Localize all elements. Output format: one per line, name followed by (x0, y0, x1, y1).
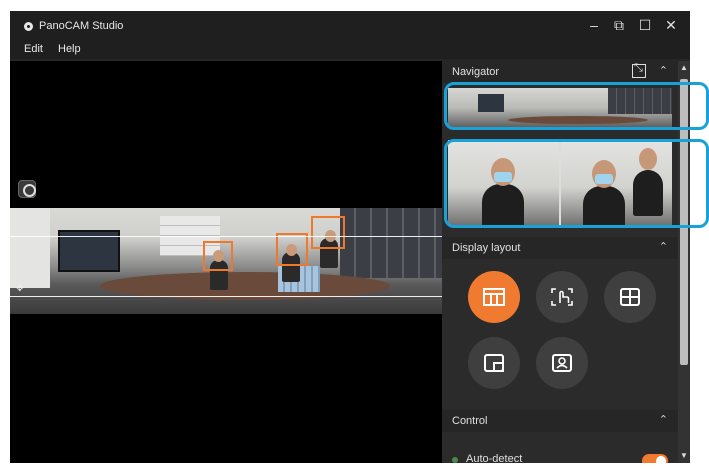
maximize-button[interactable]: ☐ (636, 16, 654, 34)
camera-lens-icon (24, 22, 33, 31)
layout-speaker-button[interactable] (536, 337, 588, 389)
navigator-title: Navigator (452, 66, 500, 78)
face-detection-box (203, 241, 233, 271)
highlight-box-navigator-panorama (444, 82, 709, 130)
chevron-up-icon[interactable]: ⌃ (659, 240, 668, 253)
grid-4-icon (620, 288, 640, 306)
app-title: PanoCAM Studio (39, 20, 124, 32)
app-window: PanoCAM Studio – ⧉ ☐ ✕ Edit Help ✥ Navig… (10, 11, 690, 463)
expand-icon[interactable] (632, 62, 646, 78)
layout-panorama-button[interactable] (468, 271, 520, 323)
restore-button[interactable]: ⧉ (610, 16, 628, 34)
face-detection-box (311, 216, 345, 249)
menu-edit[interactable]: Edit (24, 43, 43, 55)
auto-detect-toggle[interactable] (642, 454, 668, 463)
status-dot-icon (452, 457, 458, 463)
navigator-header[interactable]: Navigator ⌃ (442, 61, 678, 83)
title-bar: PanoCAM Studio – ⧉ ☐ ✕ (10, 11, 690, 41)
panorama-layout-icon (483, 288, 505, 306)
touch-select-icon (551, 288, 573, 306)
face-detection-box (276, 233, 308, 266)
camera-switch-icon[interactable] (18, 180, 36, 198)
layout-pip-button[interactable] (468, 337, 520, 389)
control-title: Control (452, 415, 488, 427)
scroll-down-icon[interactable]: ▼ (678, 449, 690, 463)
auto-detect-label: Auto-detect (466, 453, 523, 463)
picture-in-picture-icon (484, 354, 504, 372)
layout-touch-button[interactable] (536, 271, 588, 323)
menu-help[interactable]: Help (58, 43, 81, 55)
chevron-up-icon[interactable]: ⌃ (659, 64, 668, 77)
speaker-focus-icon (552, 354, 572, 372)
display-layout-title: Display layout (452, 242, 521, 254)
minimize-button[interactable]: – (585, 16, 603, 34)
menu-bar: Edit Help (10, 41, 690, 59)
control-header[interactable]: Control ⌃ (442, 410, 678, 432)
scroll-up-icon[interactable]: ▲ (678, 61, 690, 75)
display-layout-header[interactable]: Display layout ⌃ (442, 237, 678, 259)
chevron-up-icon[interactable]: ⌃ (659, 413, 668, 426)
close-button[interactable]: ✕ (662, 16, 680, 34)
main-video-view[interactable]: ✥ (10, 61, 442, 463)
layout-grid-button[interactable] (604, 271, 656, 323)
panorama-feed[interactable]: ✥ (10, 208, 442, 314)
pan-control-icon[interactable]: ✥ (16, 283, 26, 293)
highlight-box-navigator-split (444, 139, 709, 228)
